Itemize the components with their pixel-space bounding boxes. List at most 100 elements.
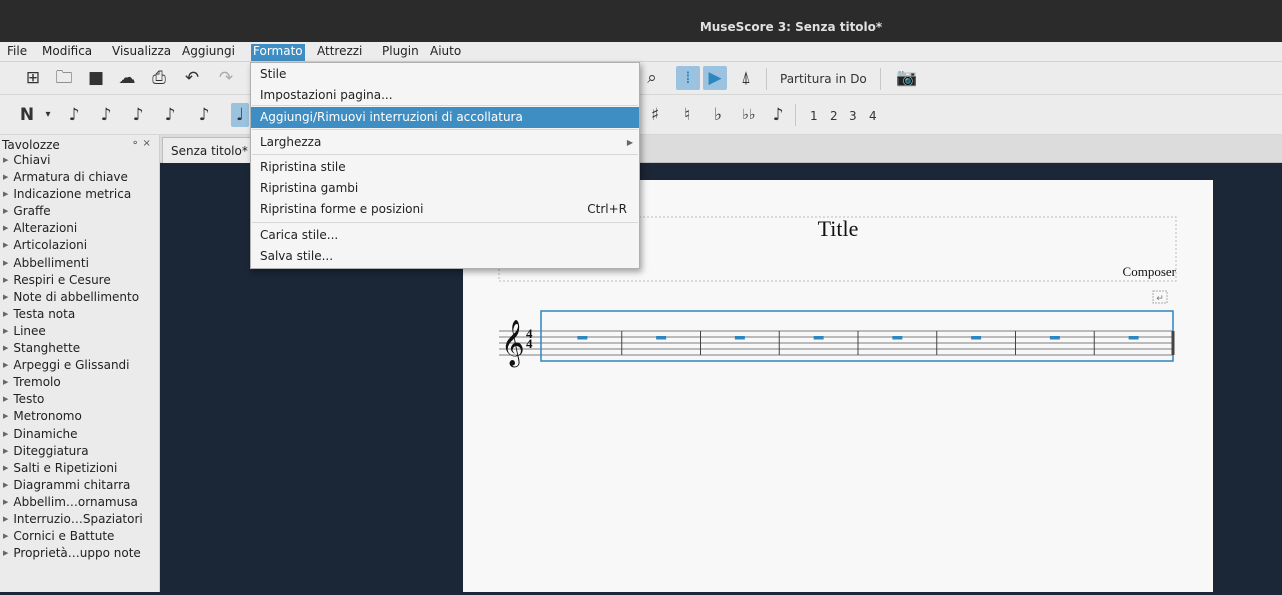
palette-item[interactable]: ▶ Alterazioni (0, 220, 143, 237)
menu-aiuto[interactable]: Aiuto (428, 44, 463, 61)
loop-icon[interactable]: ⁞ (676, 66, 700, 90)
menu-item[interactable]: Ripristina gambi (251, 178, 639, 199)
metronome-icon[interactable]: ⍋ (734, 66, 758, 90)
whole-rest[interactable] (892, 336, 903, 340)
palette-item[interactable]: ▶ Graffe (0, 203, 143, 220)
expand-triangle-icon[interactable]: ▶ (3, 477, 8, 494)
menu-item[interactable]: Impostazioni pagina... (251, 85, 639, 106)
expand-triangle-icon[interactable]: ▶ (3, 237, 8, 254)
score-title[interactable]: Title (818, 216, 859, 241)
natural-icon[interactable]: ♮ (675, 103, 699, 127)
palette-item[interactable]: ▶ Arpeggi e Glissandi (0, 357, 143, 374)
voice-2-button[interactable]: 2 (830, 109, 838, 123)
expand-triangle-icon[interactable]: ▶ (3, 323, 8, 340)
menu-modifica[interactable]: Modifica (40, 44, 94, 61)
palette-item[interactable]: ▶ Testo (0, 391, 143, 408)
eighth-note-alt-icon[interactable]: ♪ (192, 103, 216, 127)
expand-triangle-icon[interactable]: ▶ (3, 511, 8, 528)
quarter-note-icon[interactable]: ♩ (231, 103, 249, 127)
whole-rest[interactable] (1049, 336, 1060, 340)
expand-triangle-icon[interactable]: ▶ (3, 340, 8, 357)
image-capture-icon[interactable]: 📷 (895, 66, 919, 90)
score-composer[interactable]: Composer (1123, 264, 1177, 279)
menu-file[interactable]: File (5, 44, 29, 61)
sixteenth-note-icon[interactable]: ♪ (126, 103, 150, 127)
palette-item[interactable]: ▶ Diteggiatura (0, 443, 143, 460)
flat-icon[interactable]: ♭ (706, 103, 730, 127)
play-repeats-icon[interactable]: ▶ (703, 66, 727, 90)
thirtysecond-note-icon[interactable]: ♪ (94, 103, 118, 127)
expand-triangle-icon[interactable]: ▶ (3, 494, 8, 511)
menu-item[interactable]: Stile (251, 64, 639, 85)
palette-item[interactable]: ▶ Proprietà…uppo note (0, 545, 143, 562)
palette-item[interactable]: ▶ Metronomo (0, 408, 143, 425)
palette-item[interactable]: ▶ Diagrammi chitarra (0, 477, 143, 494)
expand-triangle-icon[interactable]: ▶ (3, 203, 8, 220)
menu-plugin[interactable]: Plugin (380, 44, 421, 61)
expand-triangle-icon[interactable]: ▶ (3, 306, 8, 323)
palette-item[interactable]: ▶ Abbellim…ornamusa (0, 494, 143, 511)
palette-controls[interactable]: ⚬ × (131, 138, 151, 149)
palette-item[interactable]: ▶ Dinamiche (0, 426, 143, 443)
redo-icon[interactable]: ↷ (214, 66, 238, 90)
staff[interactable] (499, 310, 1175, 362)
cloud-upload-icon[interactable]: ☁ (115, 66, 139, 90)
menu-item[interactable]: Carica stile... (251, 225, 639, 246)
expand-triangle-icon[interactable]: ▶ (3, 460, 8, 477)
expand-triangle-icon[interactable]: ▶ (3, 169, 8, 186)
palette-item[interactable]: ▶ Chiavi (0, 152, 143, 169)
zoom-icon[interactable]: ⌕ (640, 66, 664, 90)
palette-item[interactable]: ▶ Abbellimenti (0, 255, 143, 272)
flip-direction-icon[interactable]: ♪ (766, 103, 790, 127)
eighth-note-icon[interactable]: ♪ (158, 103, 182, 127)
menu-item[interactable]: Aggiungi/Rimuovi interruzioni di accolla… (251, 107, 639, 128)
voice-3-button[interactable]: 3 (849, 109, 857, 123)
expand-triangle-icon[interactable]: ▶ (3, 357, 8, 374)
expand-triangle-icon[interactable]: ▶ (3, 408, 8, 425)
expand-triangle-icon[interactable]: ▶ (3, 289, 8, 306)
undo-icon[interactable]: ↶ (180, 66, 204, 90)
menu-aggiungi[interactable]: Aggiungi (180, 44, 237, 61)
voice-1-button[interactable]: 1 (810, 109, 818, 123)
palette-item[interactable]: ▶ Cornici e Battute (0, 528, 143, 545)
save-icon[interactable]: ■ (84, 66, 108, 90)
palette-item[interactable]: ▶ Tremolo (0, 374, 143, 391)
whole-rest[interactable] (577, 336, 588, 340)
menu-item[interactable]: Salva stile... (251, 246, 639, 267)
expand-triangle-icon[interactable]: ▶ (3, 255, 8, 272)
menu-item[interactable]: Ripristina forme e posizioni Ctrl+R (251, 199, 639, 220)
concert-pitch-toggle[interactable]: Partitura in Do (780, 72, 867, 86)
expand-triangle-icon[interactable]: ▶ (3, 272, 8, 289)
whole-rest[interactable] (971, 336, 982, 340)
palette-item[interactable]: ▶ Stanghette (0, 340, 143, 357)
expand-triangle-icon[interactable]: ▶ (3, 545, 8, 562)
print-icon[interactable]: ⎙ (147, 66, 171, 90)
new-score-icon[interactable]: ⊞ (21, 66, 45, 90)
time-signature-denominator[interactable]: 4 (526, 336, 533, 351)
whole-rest[interactable] (734, 336, 745, 340)
expand-triangle-icon[interactable]: ▶ (3, 426, 8, 443)
expand-triangle-icon[interactable]: ▶ (3, 186, 8, 203)
double-flat-icon[interactable]: ♭♭ (737, 103, 761, 127)
palette-item[interactable]: ▶ Articolazioni (0, 237, 143, 254)
menu-item[interactable]: Larghezza ▶ (251, 132, 639, 153)
expand-triangle-icon[interactable]: ▶ (3, 528, 8, 545)
menu-visualizza[interactable]: Visualizza (110, 44, 173, 61)
expand-triangle-icon[interactable]: ▶ (3, 152, 8, 169)
tab-score[interactable]: Senza titolo* (162, 137, 257, 163)
expand-triangle-icon[interactable]: ▶ (3, 374, 8, 391)
whole-rest[interactable] (656, 336, 667, 340)
palette-item[interactable]: ▶ Indicazione metrica (0, 186, 143, 203)
whole-rest[interactable] (1128, 336, 1139, 340)
palette-item[interactable]: ▶ Linee (0, 323, 143, 340)
palette-item[interactable]: ▶ Salti e Ripetizioni (0, 460, 143, 477)
open-folder-icon[interactable]: 🗀 (52, 66, 76, 90)
menu-item[interactable]: Ripristina stile (251, 157, 639, 178)
voice-4-button[interactable]: 4 (869, 109, 877, 123)
sharp-icon[interactable]: ♯ (643, 103, 667, 127)
palette-item[interactable]: ▶ Testa nota (0, 306, 143, 323)
palette-item[interactable]: ▶ Note di abbellimento (0, 289, 143, 306)
expand-triangle-icon[interactable]: ▶ (3, 443, 8, 460)
palette-item[interactable]: ▶ Armatura di chiave (0, 169, 143, 186)
palette-item[interactable]: ▶ Interruzio…Spaziatori (0, 511, 143, 528)
